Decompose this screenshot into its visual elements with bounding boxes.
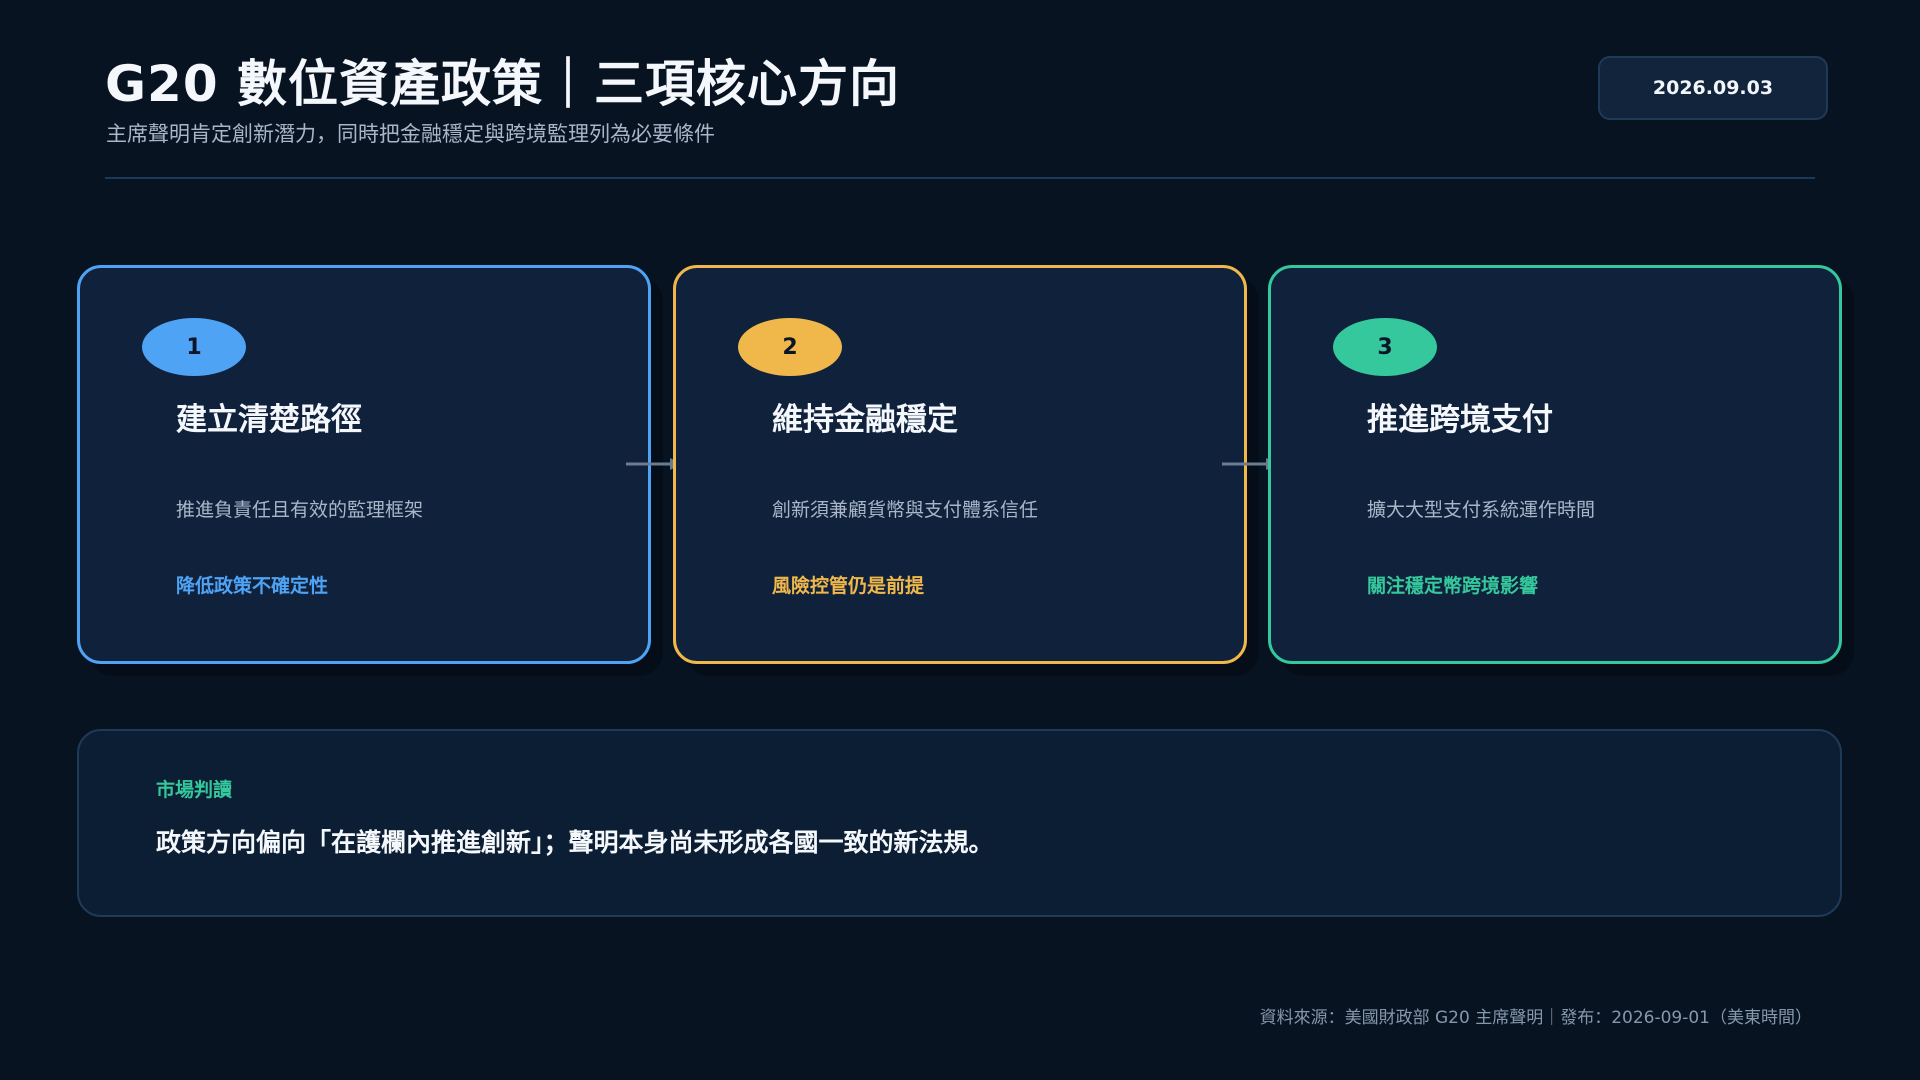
card-description: 擴大大型支付系統運作時間 xyxy=(1367,499,1596,521)
card-highlight: 關注穩定幣跨境影響 xyxy=(1367,575,1539,597)
policy-card-2: 2 維持金融穩定 創新須兼顧貨幣與支付體系信任 風險控管仍是前提 xyxy=(673,265,1247,664)
source-footnote: 資料來源：美國財政部 G20 主席聲明｜發布：2026-09-01（美東時間） xyxy=(1259,1008,1812,1028)
card-highlight: 降低政策不確定性 xyxy=(176,575,329,597)
market-text: 政策方向偏向「在護欄內推進創新」；聲明本身尚未形成各國一致的新法規。 xyxy=(156,828,994,857)
step-number-badge: 3 xyxy=(1333,318,1437,376)
page-title: G20 數位資產政策｜三項核心方向 xyxy=(105,55,901,113)
date-badge: 2026.09.03 xyxy=(1598,56,1828,120)
header-divider xyxy=(105,177,1815,179)
card-title: 推進跨境支付 xyxy=(1367,402,1553,438)
card-title: 建立清楚路徑 xyxy=(176,402,362,438)
market-assessment-panel: 市場判讀 政策方向偏向「在護欄內推進創新」；聲明本身尚未形成各國一致的新法規。 xyxy=(77,729,1842,917)
policy-card-1: 1 建立清楚路徑 推進負責任且有效的監理框架 降低政策不確定性 xyxy=(77,265,651,664)
page-subtitle: 主席聲明肯定創新潛力，同時把金融穩定與跨境監理列為必要條件 xyxy=(106,122,715,146)
card-highlight: 風險控管仍是前提 xyxy=(772,575,925,597)
policy-card-3: 3 推進跨境支付 擴大大型支付系統運作時間 關注穩定幣跨境影響 xyxy=(1268,265,1842,664)
card-description: 推進負責任且有效的監理框架 xyxy=(176,499,424,521)
step-number-badge: 1 xyxy=(142,318,246,376)
card-title: 維持金融穩定 xyxy=(772,402,958,438)
market-label: 市場判讀 xyxy=(156,779,233,801)
step-number-badge: 2 xyxy=(738,318,842,376)
card-description: 創新須兼顧貨幣與支付體系信任 xyxy=(772,499,1039,521)
